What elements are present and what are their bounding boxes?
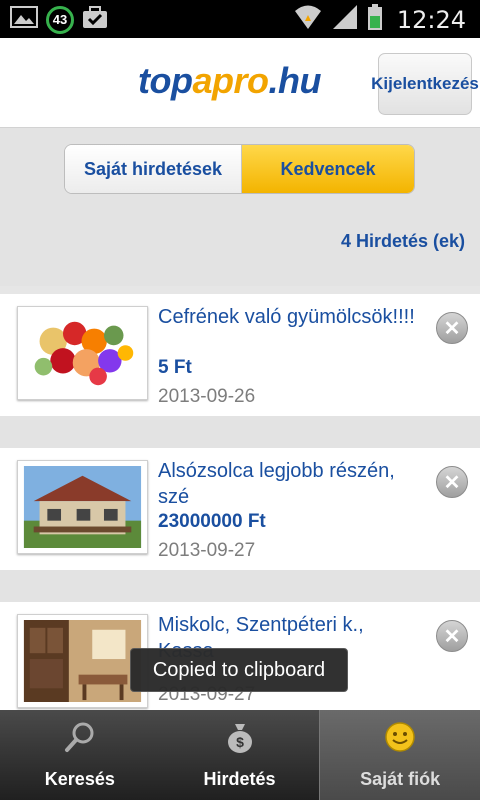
ad-date: 2013-09-26 — [158, 386, 256, 407]
tab-favorites[interactable]: Kedvencek — [242, 145, 414, 193]
tab-label: Saját fiók — [360, 769, 441, 789]
ad-price: 23000000 Ft — [158, 511, 266, 532]
filter-panel: Saját hirdetések Kedvencek 4 Hirdetés (e… — [0, 128, 480, 286]
divider — [0, 416, 480, 448]
ad-price: 5 Ft — [158, 357, 192, 378]
briefcase-check-icon — [82, 5, 108, 34]
search-icon — [63, 720, 97, 759]
clock: 12:24 — [396, 5, 466, 34]
tab-ads[interactable]: $ Hirdetés — [160, 710, 320, 800]
ad-date: 2013-09-27 — [158, 540, 256, 561]
smiley-icon — [383, 720, 417, 759]
close-icon: ✕ — [443, 471, 461, 494]
close-icon: ✕ — [443, 625, 461, 648]
tab-label: Hirdetés — [203, 769, 276, 789]
bottom-tab-bar: Keresés $ Hirdetés Saját fiók — [0, 710, 480, 800]
tab-own-ads[interactable]: Saját hirdetések — [65, 145, 242, 193]
ad-type-segmented-control: Saját hirdetések Kedvencek — [64, 144, 415, 194]
favorites-list: Cefrének való gyümölcsök!!!! 5 Ft 2013-0… — [0, 286, 480, 710]
remove-favorite-button[interactable]: ✕ — [436, 620, 468, 652]
logout-button[interactable]: Kijelentkezés — [371, 53, 479, 115]
topapro-logo: topapro.hu — [138, 60, 321, 101]
status-bar: 43 12:24 — [0, 0, 480, 38]
wifi-icon — [293, 3, 323, 36]
signal-icon — [331, 3, 359, 36]
toast-message: Copied to clipboard — [130, 648, 348, 692]
room-photo — [17, 614, 148, 708]
tab-search[interactable]: Keresés — [0, 710, 160, 800]
house-photo — [17, 460, 148, 554]
fruit-photo — [17, 306, 148, 400]
list-item[interactable]: Cefrének való gyümölcsök!!!! 5 Ft 2013-0… — [0, 294, 480, 416]
tab-my-account[interactable]: Saját fiók — [319, 710, 480, 800]
svg-text:$: $ — [236, 734, 244, 750]
ad-title[interactable]: Alsózsolca legjobb részén, szé — [158, 458, 420, 510]
close-icon: ✕ — [443, 317, 461, 340]
app-header: topapro.hu Kijelentkezés — [0, 38, 480, 128]
ad-count: 4 Hirdetés (ek) — [340, 231, 465, 251]
divider — [0, 570, 480, 602]
list-item[interactable]: Alsózsolca legjobb részén, szé 23000000 … — [0, 448, 480, 570]
gallery-icon — [10, 5, 38, 34]
battery-level-badge: 43 — [46, 5, 74, 34]
battery-icon — [367, 3, 383, 36]
ad-title[interactable]: Cefrének való gyümölcsök!!!! — [158, 304, 420, 330]
money-bag-icon: $ — [223, 720, 257, 759]
remove-favorite-button[interactable]: ✕ — [436, 466, 468, 498]
remove-favorite-button[interactable]: ✕ — [436, 312, 468, 344]
tab-label: Keresés — [44, 769, 115, 789]
